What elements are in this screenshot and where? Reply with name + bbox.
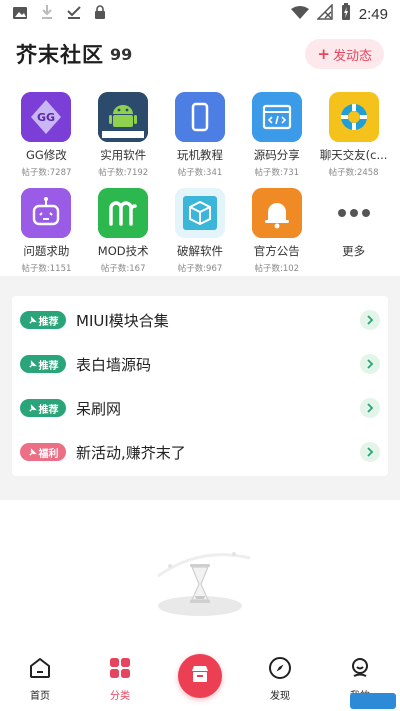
category-source-share[interactable]: 源码分享 帖子数:731 bbox=[238, 92, 315, 178]
nav-home[interactable]: 首页 bbox=[0, 650, 80, 711]
category-official-announcement[interactable]: 官方公告 帖子数:102 bbox=[238, 188, 315, 274]
category-count: 帖子数:7287 bbox=[21, 168, 72, 178]
category-more[interactable]: 更多 bbox=[315, 188, 392, 274]
recommend-tag: 推荐 bbox=[20, 311, 66, 329]
nav-home-label: 首页 bbox=[30, 691, 50, 702]
category-label: MOD技术 bbox=[97, 244, 149, 258]
recommend-title: MIUI模块合集 bbox=[76, 311, 169, 330]
compass-icon bbox=[268, 656, 292, 684]
hourglass-loading-illustration bbox=[140, 536, 260, 626]
pin-icon bbox=[28, 447, 37, 456]
pin-icon bbox=[28, 403, 37, 412]
shop-icon bbox=[189, 663, 211, 689]
code-window-icon bbox=[251, 92, 302, 142]
wifi-icon bbox=[290, 5, 309, 24]
quote-mark-icon: 99 bbox=[110, 44, 133, 64]
tag-label: 推荐 bbox=[38, 404, 59, 416]
post-status-button[interactable]: + 发动态 bbox=[305, 39, 384, 69]
page-title: 芥末社区 bbox=[16, 43, 104, 67]
recommend-item[interactable]: 福利 新活动,赚芥末了 bbox=[20, 430, 380, 474]
category-grid-icon bbox=[108, 656, 132, 684]
chevron-right-icon bbox=[360, 354, 380, 374]
recommend-tag: 推荐 bbox=[20, 355, 66, 373]
recommend-tag: 推荐 bbox=[20, 399, 66, 417]
recommend-tag: 福利 bbox=[20, 443, 66, 461]
watermark-logo bbox=[350, 693, 396, 709]
cube-icon bbox=[174, 188, 225, 238]
more-dots-icon bbox=[328, 188, 379, 238]
mod-m-icon bbox=[98, 188, 149, 238]
recommend-item[interactable]: 推荐 表白墙源码 bbox=[20, 342, 380, 386]
category-count: 帖子数:102 bbox=[254, 264, 300, 274]
lifebuoy-icon bbox=[328, 92, 379, 142]
robot-icon bbox=[21, 188, 72, 238]
category-phone-tutorial[interactable]: 玩机教程 帖子数:341 bbox=[162, 92, 239, 178]
pin-icon bbox=[28, 315, 37, 324]
category-label: 玩机教程 bbox=[176, 148, 223, 162]
no-signal-icon bbox=[315, 3, 333, 24]
category-help[interactable]: 问题求助 帖子数:1151 bbox=[8, 188, 85, 274]
status-bar: 2:49 bbox=[0, 0, 400, 28]
category-mod-tech[interactable]: MOD技术 帖子数:167 bbox=[85, 188, 162, 274]
category-label: GG修改 bbox=[25, 148, 67, 162]
category-grid: GG GG修改 帖子数:7287 实用软件 帖子数:7192 玩机教程 帖子数:… bbox=[8, 92, 392, 274]
recommend-title: 表白墙源码 bbox=[76, 355, 152, 374]
category-label: 破解软件 bbox=[176, 244, 223, 258]
page-header: 芥末社区 99 + 发动态 bbox=[16, 36, 384, 72]
phone-icon bbox=[174, 92, 225, 142]
category-useful-software[interactable]: 实用软件 帖子数:7192 bbox=[85, 92, 162, 178]
chevron-right-icon bbox=[360, 442, 380, 462]
publish-button[interactable] bbox=[178, 654, 222, 698]
plus-icon: + bbox=[317, 45, 330, 63]
tag-label: 推荐 bbox=[38, 316, 59, 328]
smile-face-icon bbox=[348, 656, 372, 684]
recommend-item[interactable]: 推荐 呆刷网 bbox=[20, 386, 380, 430]
category-count: 帖子数:341 bbox=[177, 168, 223, 178]
battery-charging-icon bbox=[341, 3, 351, 25]
recommend-title: 呆刷网 bbox=[76, 399, 122, 418]
download-icon bbox=[40, 4, 54, 24]
bottom-nav: 首页 分类 发现 我的 bbox=[0, 650, 400, 711]
category-label: 更多 bbox=[342, 244, 366, 258]
chevron-right-icon bbox=[360, 398, 380, 418]
recommend-title: 新活动,赚芥末了 bbox=[76, 443, 186, 462]
home-icon bbox=[28, 656, 52, 684]
bell-icon bbox=[251, 188, 302, 238]
recommend-item[interactable]: 推荐 MIUI模块合集 bbox=[20, 298, 380, 342]
category-label: 官方公告 bbox=[253, 244, 300, 258]
category-gg[interactable]: GG GG修改 帖子数:7287 bbox=[8, 92, 85, 178]
category-count: 帖子数:731 bbox=[254, 168, 300, 178]
category-label: 源码分享 bbox=[253, 148, 300, 162]
chevron-right-icon bbox=[360, 310, 380, 330]
nav-category[interactable]: 分类 bbox=[80, 650, 160, 711]
svg-text:GG: GG bbox=[37, 111, 55, 124]
gg-modifier-icon: GG bbox=[21, 92, 72, 142]
category-chat-friends[interactable]: 聊天交友(c... 帖子数:2458 bbox=[315, 92, 392, 178]
recommend-card: 推荐 MIUI模块合集 推荐 表白墙源码 推荐 呆刷网 福利 新活动,赚芥末了 bbox=[12, 296, 388, 476]
category-cracked-software[interactable]: 破解软件 帖子数:967 bbox=[162, 188, 239, 274]
tag-label: 福利 bbox=[38, 448, 59, 460]
tag-label: 推荐 bbox=[38, 360, 59, 372]
category-label: 聊天交友(c... bbox=[319, 148, 388, 162]
category-label: 实用软件 bbox=[100, 148, 147, 162]
post-status-label: 发动态 bbox=[332, 48, 372, 64]
nav-publish[interactable] bbox=[160, 650, 240, 711]
status-time: 2:49 bbox=[358, 5, 388, 23]
category-label: 问题求助 bbox=[23, 244, 70, 258]
pin-icon bbox=[28, 359, 37, 368]
image-icon bbox=[12, 5, 28, 24]
nav-discover[interactable]: 发现 bbox=[240, 650, 320, 711]
category-count: 帖子数:167 bbox=[100, 264, 146, 274]
nav-discover-label: 发现 bbox=[270, 691, 290, 702]
check-download-icon bbox=[66, 4, 82, 24]
category-count: 帖子数:967 bbox=[177, 264, 223, 274]
category-count: 帖子数:1151 bbox=[21, 264, 72, 274]
android-icon bbox=[98, 92, 149, 142]
lock-icon bbox=[94, 4, 106, 24]
nav-category-label: 分类 bbox=[110, 691, 130, 702]
category-count: 帖子数:2458 bbox=[328, 168, 379, 178]
category-count: 帖子数:7192 bbox=[98, 168, 149, 178]
